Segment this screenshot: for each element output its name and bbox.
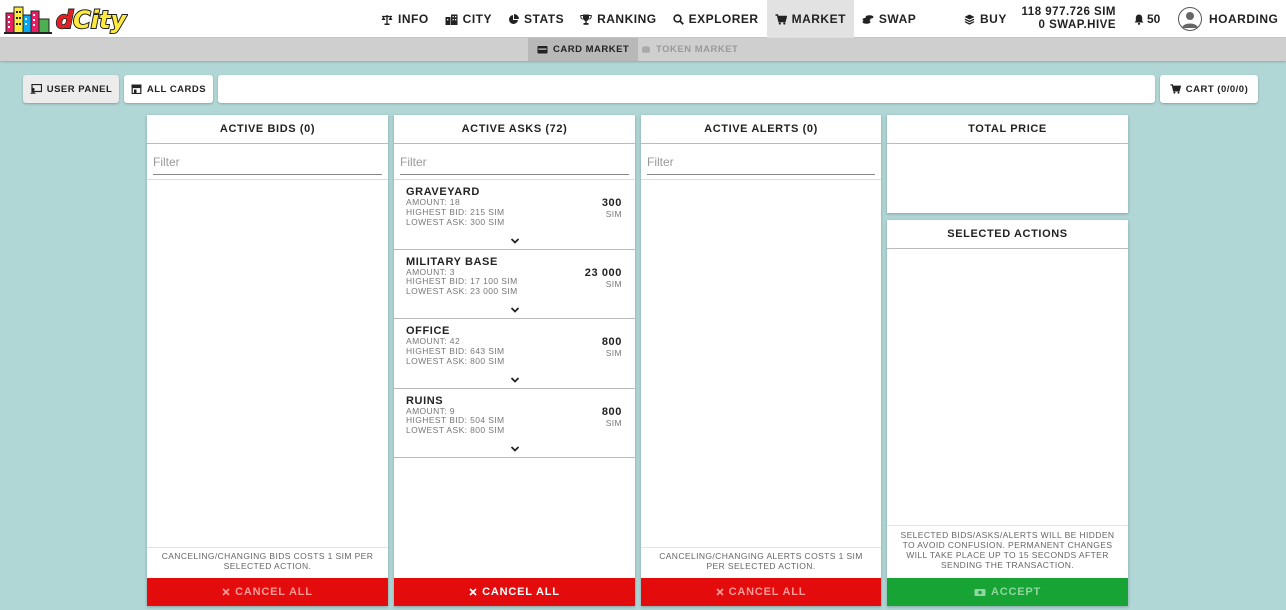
ask-price-value: 800 — [601, 336, 622, 348]
close-icon — [716, 588, 724, 596]
username: HOARDING — [1209, 12, 1279, 26]
svg-text:d: d — [56, 6, 74, 34]
asks-filter-input[interactable] — [400, 150, 629, 175]
dcity-logo[interactable]: dCity d — [4, 3, 128, 35]
ask-lowest-ask: LOWEST ASK: 300 SIM — [406, 216, 505, 227]
nav-explorer[interactable]: EXPLORER — [665, 0, 767, 38]
city-icon — [445, 14, 458, 25]
alerts-cost-note: CANCELING/CHANGING ALERTS COSTS 1 SIM PE… — [641, 547, 881, 574]
notification-count: 50 — [1147, 12, 1161, 26]
balance-hive: 0 SWAP.HIVE — [1038, 19, 1116, 31]
cancel-all-alerts-button[interactable]: CANCEL ALL — [641, 578, 881, 606]
nav-ranking[interactable]: RANKING — [572, 0, 665, 38]
selected-actions-title: SELECTED ACTIONS — [887, 220, 1128, 249]
bids-filter-wrap — [147, 144, 388, 180]
avatar — [1178, 7, 1202, 31]
balance-scale-icon — [381, 14, 393, 25]
close-icon — [222, 588, 230, 596]
search-icon — [672, 13, 684, 25]
card-stack-icon — [537, 45, 548, 54]
cart-icon — [775, 13, 787, 25]
cart-button[interactable]: CART (0/0/0) — [1160, 75, 1258, 103]
trophy-icon — [580, 14, 592, 25]
selected-actions-panel: SELECTED ACTIONS SELECTED BIDS/ASKS/ALER… — [887, 220, 1128, 606]
user-panel-button[interactable]: USER PANEL — [23, 75, 119, 103]
total-price-panel: TOTAL PRICE — [887, 115, 1128, 213]
alerts-filter-input[interactable] — [647, 150, 875, 175]
asks-filter-wrap — [394, 144, 635, 180]
bids-cost-note: CANCELING/CHANGING BIDS COSTS 1 SIM PER … — [147, 547, 388, 574]
cancel-all-asks-button[interactable]: CANCEL ALL — [394, 578, 635, 606]
ask-card-name: RUINS — [406, 394, 444, 407]
nav-city[interactable]: CITY — [437, 0, 500, 38]
ask-price: 800 SIM — [602, 406, 622, 428]
active-asks-title: ACTIVE ASKS (72) — [394, 115, 635, 144]
nav-info[interactable]: INFO — [373, 0, 437, 38]
ask-price: 23 000 SIM — [585, 267, 622, 289]
alerts-filter-wrap — [641, 144, 881, 180]
chevron-down-icon[interactable] — [510, 376, 520, 384]
active-alerts-title: ACTIVE ALERTS (0) — [641, 115, 881, 144]
bell-icon — [1134, 14, 1144, 25]
nav-buy[interactable]: BUY — [956, 0, 1015, 38]
ask-price-unit: SIM — [605, 348, 622, 358]
ask-price-value: 23 000 — [584, 266, 622, 279]
ask-price-value: 800 — [601, 405, 622, 418]
ask-price-unit: SIM — [605, 209, 622, 219]
top-navbar: dCity d INFO CITY STATS RANKING EXPLORER… — [0, 0, 1286, 38]
active-alerts-panel: ACTIVE ALERTS (0) CANCELING/CHANGING ALE… — [641, 115, 881, 606]
balance-sim: 118 977.726 SIM — [1021, 6, 1116, 18]
nav-market[interactable]: MARKET — [766, 0, 854, 38]
ask-lowest-ask: LOWEST ASK: 23 000 SIM — [406, 286, 518, 297]
active-asks-panel: ACTIVE ASKS (72) GRAVEYARD AMOUNT: 18 HI… — [394, 115, 635, 606]
bids-filter-input[interactable] — [153, 150, 382, 175]
ask-price-value: 300 — [601, 197, 622, 209]
chevron-down-icon[interactable] — [510, 237, 520, 245]
chevron-down-icon[interactable] — [510, 445, 520, 453]
user-panel-icon — [30, 84, 42, 94]
nav-stats[interactable]: STATS — [500, 0, 572, 38]
ask-price-unit: SIM — [605, 278, 622, 289]
ask-price-unit: SIM — [605, 417, 622, 428]
ask-price: 300 SIM — [602, 197, 622, 219]
pie-chart-icon — [508, 13, 520, 25]
active-bids-panel: ACTIVE BIDS (0) CANCELING/CHANGING BIDS … — [147, 115, 388, 606]
cancel-all-bids-button[interactable]: CANCEL ALL — [147, 578, 388, 606]
ask-item[interactable]: GRAVEYARD AMOUNT: 18 HIGHEST BID: 215 SI… — [394, 180, 635, 250]
money-icon — [974, 588, 986, 597]
store-icon — [131, 84, 142, 94]
accept-button[interactable]: ACCEPT — [887, 578, 1128, 606]
ask-item[interactable]: OFFICE AMOUNT: 42 HIGHEST BID: 643 SIM L… — [394, 319, 635, 389]
card-search-input[interactable] — [218, 75, 1155, 103]
user-menu[interactable]: HOARDING — [1178, 7, 1278, 31]
layers-icon — [964, 14, 975, 25]
nav-swap[interactable]: SWAP — [854, 0, 924, 38]
buy-nav: BUY — [956, 0, 1015, 38]
close-icon — [469, 588, 477, 596]
all-cards-button[interactable]: ALL CARDS — [124, 75, 213, 103]
cart-icon — [1170, 84, 1181, 94]
tab-card-market[interactable]: CARD MARKET — [528, 38, 639, 61]
chevron-down-icon[interactable] — [510, 306, 520, 314]
coins-icon — [862, 14, 874, 25]
ask-item[interactable]: RUINS AMOUNT: 9 HIGHEST BID: 504 SIM LOW… — [394, 389, 635, 458]
active-bids-title: ACTIVE BIDS (0) — [147, 115, 388, 144]
tab-token-market[interactable]: TOKEN MARKET — [632, 38, 747, 61]
ask-lowest-ask: LOWEST ASK: 800 SIM — [406, 425, 505, 436]
main-nav: INFO CITY STATS RANKING EXPLORER MARKET … — [373, 0, 924, 38]
ask-item[interactable]: MILITARY BASE AMOUNT: 3 HIGHEST BID: 17 … — [394, 250, 635, 319]
ask-price: 800 SIM — [602, 336, 622, 358]
selected-actions-note: SELECTED BIDS/ASKS/ALERTS WILL BE HIDDEN… — [887, 525, 1128, 574]
ask-lowest-ask: LOWEST ASK: 800 SIM — [406, 355, 505, 366]
notifications-button[interactable]: 50 — [1134, 12, 1160, 26]
market-subnav: CARD MARKET TOKEN MARKET — [0, 38, 1286, 61]
token-icon — [641, 45, 651, 55]
total-price-title: TOTAL PRICE — [887, 115, 1128, 144]
wallet-balance: 118 977.726 SIM 0 SWAP.HIVE — [1008, 6, 1116, 32]
